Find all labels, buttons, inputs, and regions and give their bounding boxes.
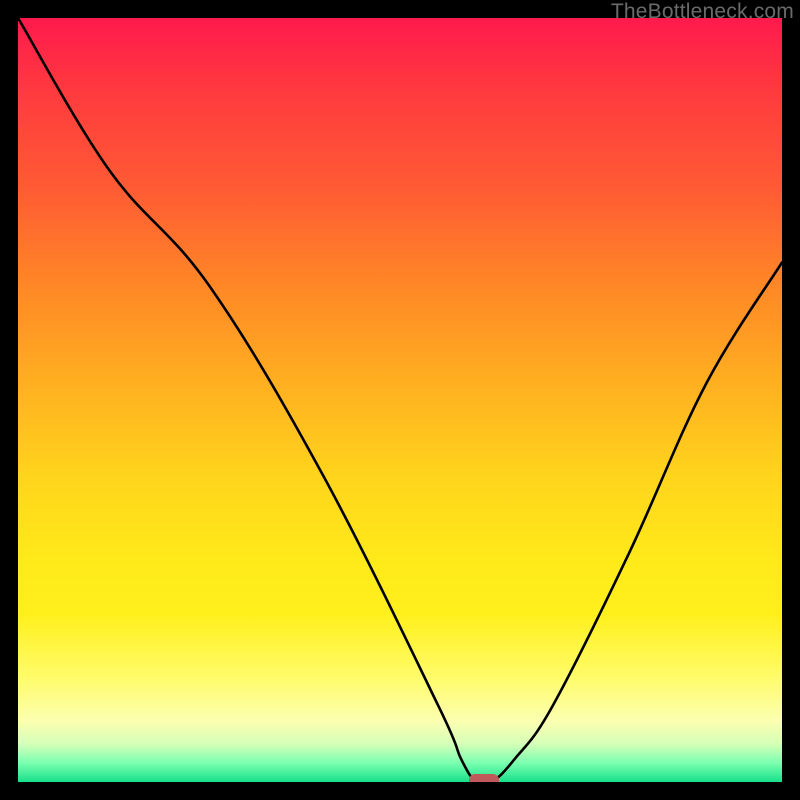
optimal-marker <box>469 774 500 782</box>
chart-frame: TheBottleneck.com <box>0 0 800 800</box>
plot-area <box>18 18 782 782</box>
bottleneck-curve <box>18 18 782 782</box>
